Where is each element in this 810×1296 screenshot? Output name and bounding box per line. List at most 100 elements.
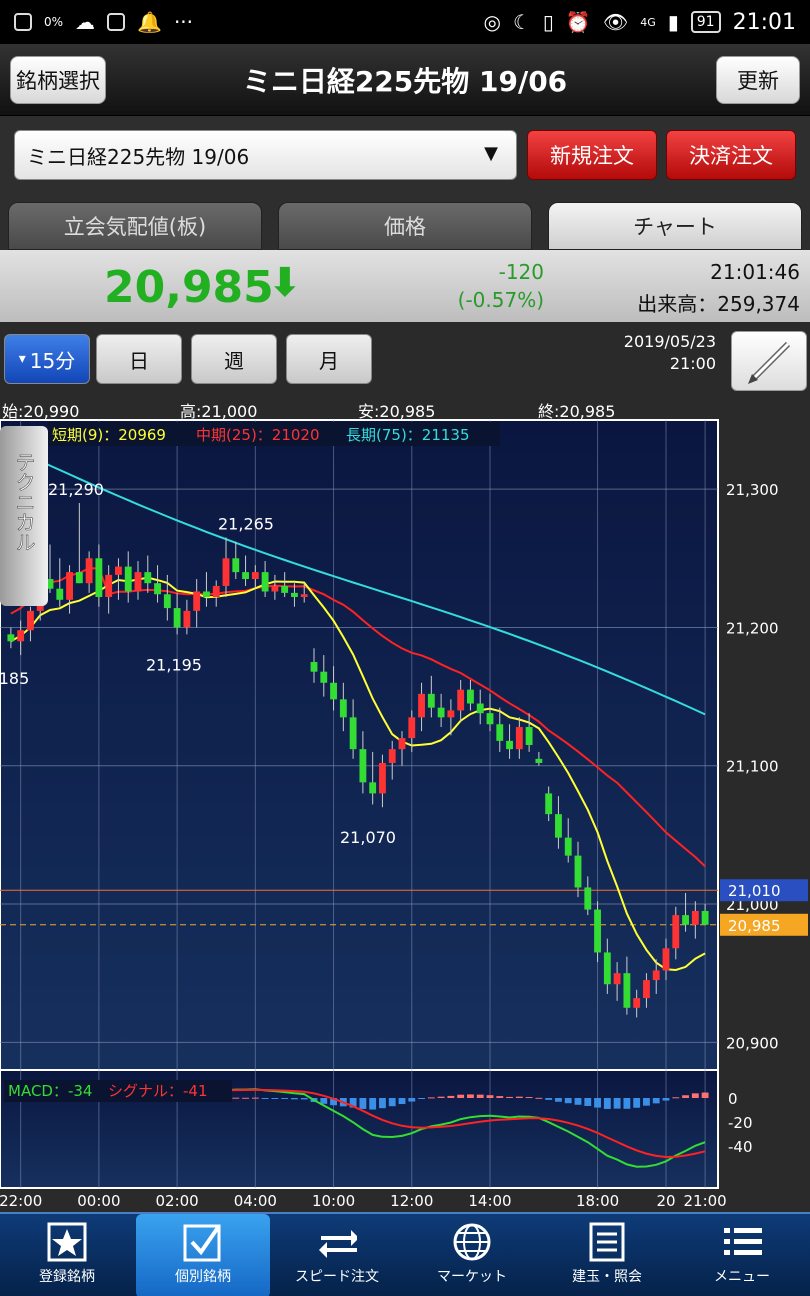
price-tag-label: 21,010 bbox=[728, 882, 781, 900]
macd-histogram-bar bbox=[379, 1098, 386, 1109]
nav-market-label: マーケット bbox=[437, 1269, 507, 1285]
macd-histogram-bar bbox=[652, 1098, 660, 1104]
macd-histogram-bar bbox=[427, 1097, 435, 1099]
candle-body bbox=[643, 980, 650, 999]
signal-icon: ▮ bbox=[667, 10, 679, 34]
candle-body bbox=[154, 583, 161, 595]
macd-histogram-bar bbox=[232, 1097, 240, 1099]
period-15min-button[interactable]: ▾ 15分 bbox=[4, 334, 90, 384]
price-chart[interactable]: 21,30021,20021,10021,00020,90022:00 00:00… bbox=[0, 412, 810, 1212]
macd-histogram-bar bbox=[281, 1098, 289, 1099]
candle-body bbox=[701, 910, 709, 925]
nav-watchlist-label: 登録銘柄 bbox=[39, 1269, 95, 1285]
candle-body bbox=[535, 758, 543, 763]
cloud-icon: ☁ bbox=[75, 10, 96, 34]
candle-body bbox=[467, 689, 474, 704]
candle-body bbox=[144, 572, 152, 584]
arrows-icon bbox=[317, 1222, 357, 1262]
candle-body bbox=[555, 814, 562, 838]
nav-watchlist[interactable]: 登録銘柄 bbox=[0, 1214, 134, 1296]
macd-histogram-bar bbox=[388, 1098, 396, 1107]
draw-button[interactable] bbox=[731, 331, 807, 391]
candle-body bbox=[105, 574, 113, 598]
period-day-button[interactable]: 日 bbox=[96, 334, 182, 384]
candle-body bbox=[623, 973, 631, 1008]
macd-histogram-bar bbox=[691, 1093, 699, 1098]
candle-body bbox=[662, 948, 670, 971]
quote-panel: 20,985 ⬇ -120 (-0.57%) 21:01:46 出来高：259,… bbox=[0, 250, 810, 322]
candle-body bbox=[134, 572, 142, 592]
candle-body bbox=[515, 727, 523, 750]
candle-body bbox=[427, 693, 435, 708]
macd-histogram-bar bbox=[300, 1098, 308, 1100]
price-annotation: 21,290 bbox=[48, 480, 104, 499]
quote-time: 21:01:46 bbox=[710, 260, 800, 284]
nav-menu[interactable]: メニュー bbox=[675, 1214, 809, 1296]
app-root: 0% ☁ 🔔 ··· ◎ ☾ ▯ ⏰ 👁 4G ▮ 91 21:01 銘柄選択 … bbox=[0, 0, 810, 1296]
candle-body bbox=[212, 585, 220, 598]
macd-histogram-bar bbox=[271, 1098, 279, 1099]
candle-body bbox=[564, 837, 572, 856]
y-tick-label: 21,100 bbox=[726, 758, 779, 776]
candle-body bbox=[222, 558, 230, 586]
legend-short: 短期(9)：20969 bbox=[52, 426, 166, 444]
candle-body bbox=[594, 909, 601, 953]
period-month-button[interactable]: 月 bbox=[286, 334, 372, 384]
price-annotation: 21,070 bbox=[340, 828, 396, 847]
refresh-button[interactable]: 更新 bbox=[716, 56, 800, 104]
candle-body bbox=[476, 703, 484, 714]
hotspot-icon: ◎ bbox=[483, 10, 501, 34]
tab-chart[interactable]: チャート bbox=[548, 202, 802, 250]
macd-histogram-bar bbox=[555, 1098, 562, 1102]
macd-histogram-bar bbox=[320, 1098, 328, 1104]
moon-icon: ☾ bbox=[512, 10, 531, 34]
checkbox-icon bbox=[183, 1222, 223, 1262]
x-tick-label: 12:00 bbox=[390, 1192, 433, 1210]
macd-histogram-bar bbox=[633, 1098, 641, 1108]
nav-speed-order[interactable]: スピード注文 bbox=[270, 1214, 404, 1296]
candle-body bbox=[506, 740, 513, 750]
macd-histogram-bar bbox=[486, 1095, 494, 1098]
nav-individual[interactable]: 個別銘柄 bbox=[136, 1214, 270, 1296]
candle-body bbox=[584, 887, 592, 910]
period-15min-label: 15分 bbox=[29, 348, 76, 373]
x-tick-label: 18:00 bbox=[576, 1192, 619, 1210]
nav-individual-label: 個別銘柄 bbox=[175, 1269, 231, 1285]
candle-body bbox=[95, 558, 103, 598]
eye-icon: 👁 bbox=[602, 10, 629, 34]
candle-body bbox=[173, 608, 181, 628]
nav-positions[interactable]: 建玉・照会 bbox=[540, 1214, 674, 1296]
new-order-button[interactable]: 新規注文 bbox=[527, 130, 657, 180]
macd-histogram-bar bbox=[476, 1094, 484, 1098]
candle-body bbox=[486, 713, 494, 725]
period-week-button[interactable]: 週 bbox=[191, 334, 277, 384]
select-symbol-button[interactable]: 銘柄選択 bbox=[10, 56, 106, 104]
y-tick-label: 21,300 bbox=[726, 481, 779, 499]
candle-body bbox=[27, 610, 34, 631]
y-tick-label: 20,900 bbox=[726, 1034, 779, 1052]
bell-icon: 🔔 bbox=[137, 10, 162, 34]
x-tick-label: 14:00 bbox=[468, 1192, 511, 1210]
data-rate: 0% bbox=[44, 15, 64, 29]
tab-price[interactable]: 価格 bbox=[278, 202, 532, 250]
candle-body bbox=[369, 782, 377, 794]
symbol-select[interactable]: ミニ日経225先物 19/06 ▼ bbox=[14, 130, 517, 180]
candle-body bbox=[203, 591, 210, 598]
macd-tick-label: -20 bbox=[728, 1114, 753, 1132]
pencil-icon bbox=[748, 341, 791, 384]
candle-body bbox=[545, 793, 553, 815]
tab-order-book[interactable]: 立会気配値(板) bbox=[8, 202, 262, 250]
candle-body bbox=[17, 630, 25, 642]
macd-histogram-bar bbox=[515, 1096, 523, 1098]
status-bar: 0% ☁ 🔔 ··· ◎ ☾ ▯ ⏰ 👁 4G ▮ 91 21:01 bbox=[0, 0, 810, 44]
candle-body bbox=[66, 572, 73, 600]
dropdown-icon: ▾ bbox=[18, 351, 26, 367]
candle-body bbox=[574, 855, 582, 888]
alarm-icon: ⏰ bbox=[565, 10, 591, 34]
candle-body bbox=[447, 710, 455, 718]
nav-market[interactable]: マーケット bbox=[405, 1214, 539, 1296]
chart-time: 21:00 bbox=[669, 354, 716, 373]
macd-histogram-bar bbox=[535, 1097, 543, 1099]
macd-histogram-bar bbox=[584, 1098, 592, 1106]
close-order-button[interactable]: 決済注文 bbox=[666, 130, 796, 180]
